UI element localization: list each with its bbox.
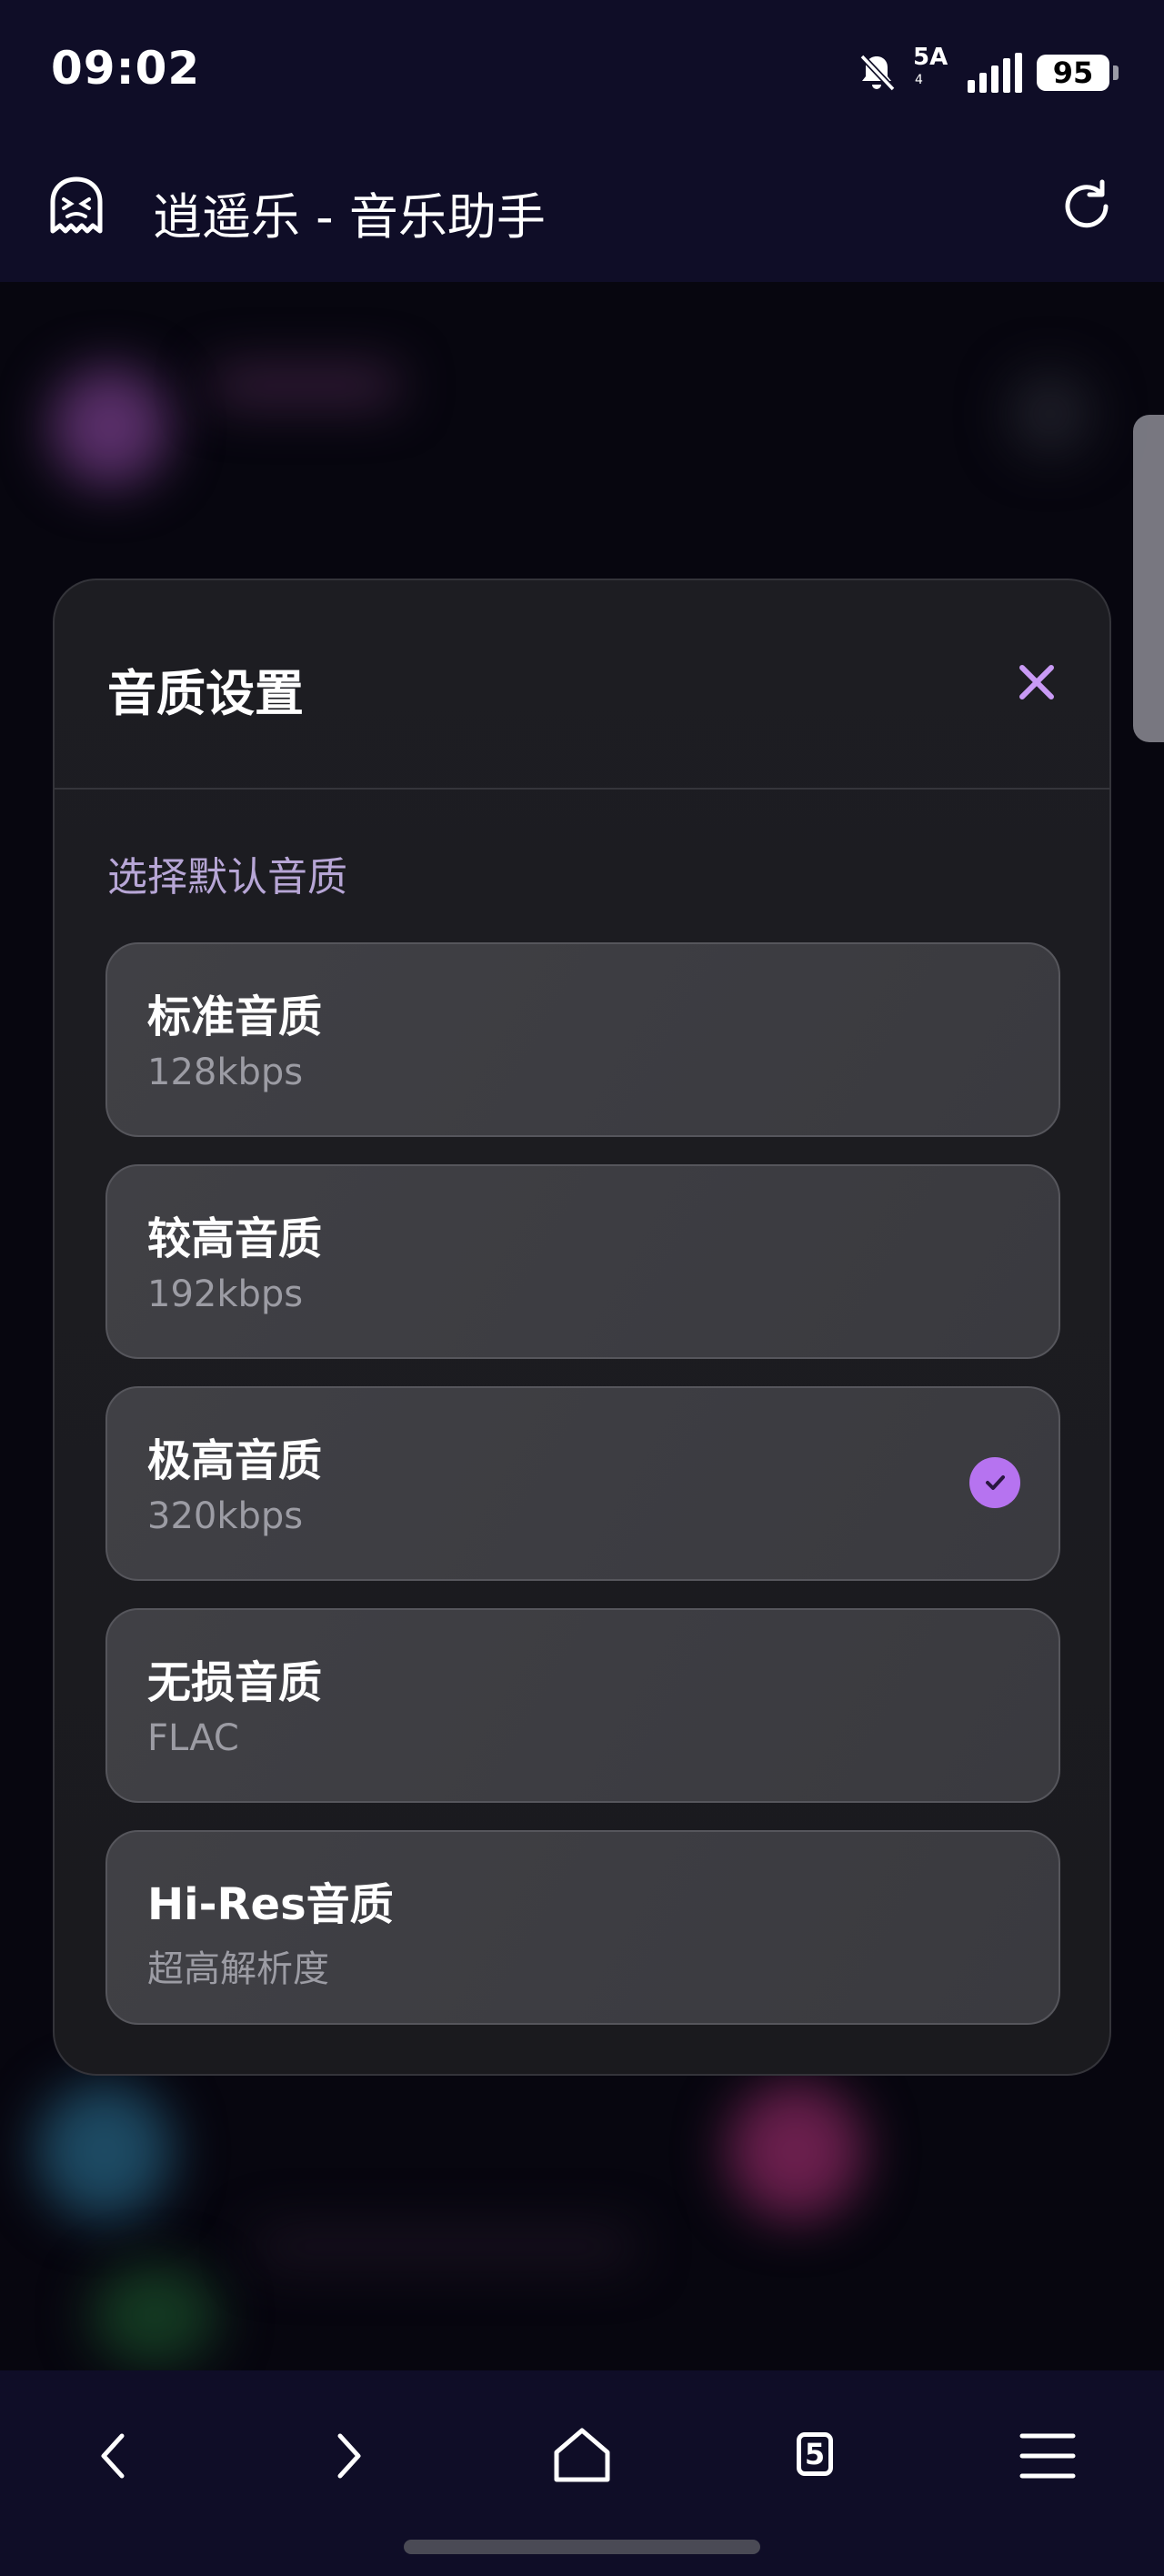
quality-option-very-high[interactable]: 极高音质 320kbps: [105, 1386, 1060, 1581]
option-detail: 192kbps: [147, 1273, 304, 1315]
background-blur-icon: [1009, 373, 1091, 455]
section-label: 选择默认音质: [107, 854, 347, 901]
dialog-header: 音质设置: [55, 580, 1109, 790]
option-detail: 128kbps: [147, 1052, 304, 1093]
option-detail: 320kbps: [147, 1495, 304, 1537]
network-label: 5A: [913, 44, 948, 71]
signal-icon: [968, 53, 1022, 93]
quality-option-hires[interactable]: Hi-Res音质 超高解析度: [105, 1830, 1060, 2025]
option-name: 无损音质: [147, 1657, 323, 1708]
selected-check-icon: [969, 1457, 1020, 1508]
quality-settings-dialog: 音质设置 选择默认音质 标准音质 128kbps 较高音质 192kbps 极高…: [53, 579, 1111, 2076]
status-icons: 5A 4 95: [855, 44, 1119, 102]
option-detail: FLAC: [147, 1717, 239, 1759]
background-blur-art-3: [91, 2265, 218, 2365]
network-indicator: 5A 4: [913, 44, 953, 98]
background-blur-text: [209, 367, 400, 404]
background-blur-art-1: [36, 2083, 173, 2219]
bell-muted-icon: [859, 54, 896, 92]
quality-option-high[interactable]: 较高音质 192kbps: [105, 1164, 1060, 1359]
scrollbar-thumb[interactable]: [1133, 415, 1164, 742]
home-indicator[interactable]: [404, 2540, 760, 2554]
menu-icon[interactable]: [1011, 2420, 1084, 2492]
ghost-icon: [50, 176, 103, 234]
network-sublabel: 4: [915, 73, 923, 87]
forward-icon[interactable]: [311, 2420, 384, 2492]
option-name: Hi-Res音质: [147, 1879, 394, 1930]
back-icon[interactable]: [78, 2420, 151, 2492]
background-blur-avatar: [51, 367, 169, 486]
refresh-icon[interactable]: [1055, 175, 1119, 238]
battery-level: 95: [1052, 55, 1094, 90]
browser-bottom-nav: 5: [0, 2370, 1164, 2576]
quality-option-standard[interactable]: 标准音质 128kbps: [105, 942, 1060, 1137]
status-bar: 09:02 5A 4 95: [0, 0, 1164, 144]
tabs-icon[interactable]: 5: [778, 2420, 851, 2492]
option-name: 极高音质: [147, 1435, 323, 1486]
status-time: 09:02: [51, 42, 201, 95]
app-bar: 逍遥乐 - 音乐助手: [0, 144, 1164, 282]
dialog-title: 音质设置: [107, 665, 304, 722]
close-icon[interactable]: [1000, 646, 1073, 719]
background-blur-text-2: [255, 2229, 637, 2265]
option-name: 标准音质: [147, 991, 323, 1042]
quality-option-lossless[interactable]: 无损音质 FLAC: [105, 1608, 1060, 1803]
option-detail: 超高解析度: [147, 1948, 329, 1990]
app-title: 逍遥乐 - 音乐助手: [153, 188, 546, 246]
option-name: 较高音质: [147, 1213, 323, 1264]
home-icon[interactable]: [546, 2420, 618, 2492]
tabs-count: 5: [797, 2432, 833, 2476]
background-blur-art-2: [728, 2083, 864, 2219]
battery-icon: 95: [1037, 55, 1119, 91]
